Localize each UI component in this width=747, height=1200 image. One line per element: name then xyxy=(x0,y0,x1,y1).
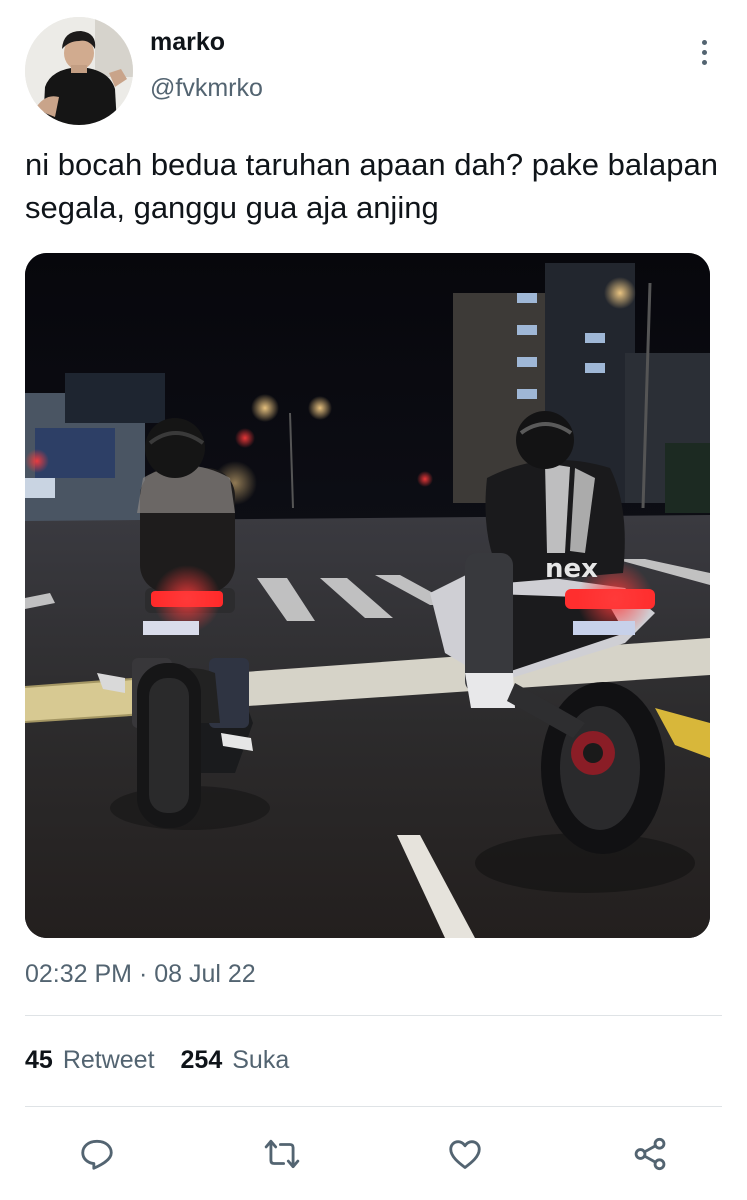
retweets-stat[interactable]: 45 Retweet xyxy=(25,1046,155,1075)
display-name[interactable]: marko xyxy=(150,28,225,57)
tweet-actions xyxy=(0,1130,747,1186)
tweet-timestamp[interactable]: 02:32 PM · 08 Jul 22 xyxy=(25,960,256,989)
reply-button[interactable] xyxy=(73,1130,121,1178)
avatar[interactable] xyxy=(25,17,133,125)
likes-label: Suka xyxy=(232,1046,290,1074)
retweets-label: Retweet xyxy=(62,1046,155,1074)
likes-count: 254 xyxy=(180,1046,223,1074)
divider xyxy=(25,1106,722,1107)
more-vertical-icon-dot xyxy=(701,59,707,65)
heart-icon xyxy=(449,1140,481,1169)
tweet-photo[interactable]: nex xyxy=(25,253,710,938)
more-vertical-icon xyxy=(701,39,707,45)
user-handle[interactable]: @fvkmrko xyxy=(150,74,263,103)
retweet-icon xyxy=(264,1139,300,1169)
like-button[interactable] xyxy=(441,1130,489,1178)
tweet-header: marko @fvkmrko xyxy=(0,0,747,140)
retweet-button[interactable] xyxy=(258,1130,306,1178)
more-options-button[interactable] xyxy=(690,34,718,70)
night-street-motorcycles-photo: nex xyxy=(25,253,710,938)
share-icon xyxy=(634,1137,666,1171)
jacket-brand-text: nex xyxy=(545,554,598,584)
tweet-text: ni bocah bedua taruhan apaan dah? pake b… xyxy=(25,147,718,225)
divider xyxy=(25,1015,722,1016)
tweet-stats: 45 Retweet 254 Suka xyxy=(25,1046,289,1075)
reply-icon xyxy=(81,1139,113,1170)
likes-stat[interactable]: 254 Suka xyxy=(181,1046,290,1075)
share-button[interactable] xyxy=(626,1130,674,1178)
more-vertical-icon-dot xyxy=(701,49,707,55)
retweets-count: 45 xyxy=(25,1046,53,1074)
